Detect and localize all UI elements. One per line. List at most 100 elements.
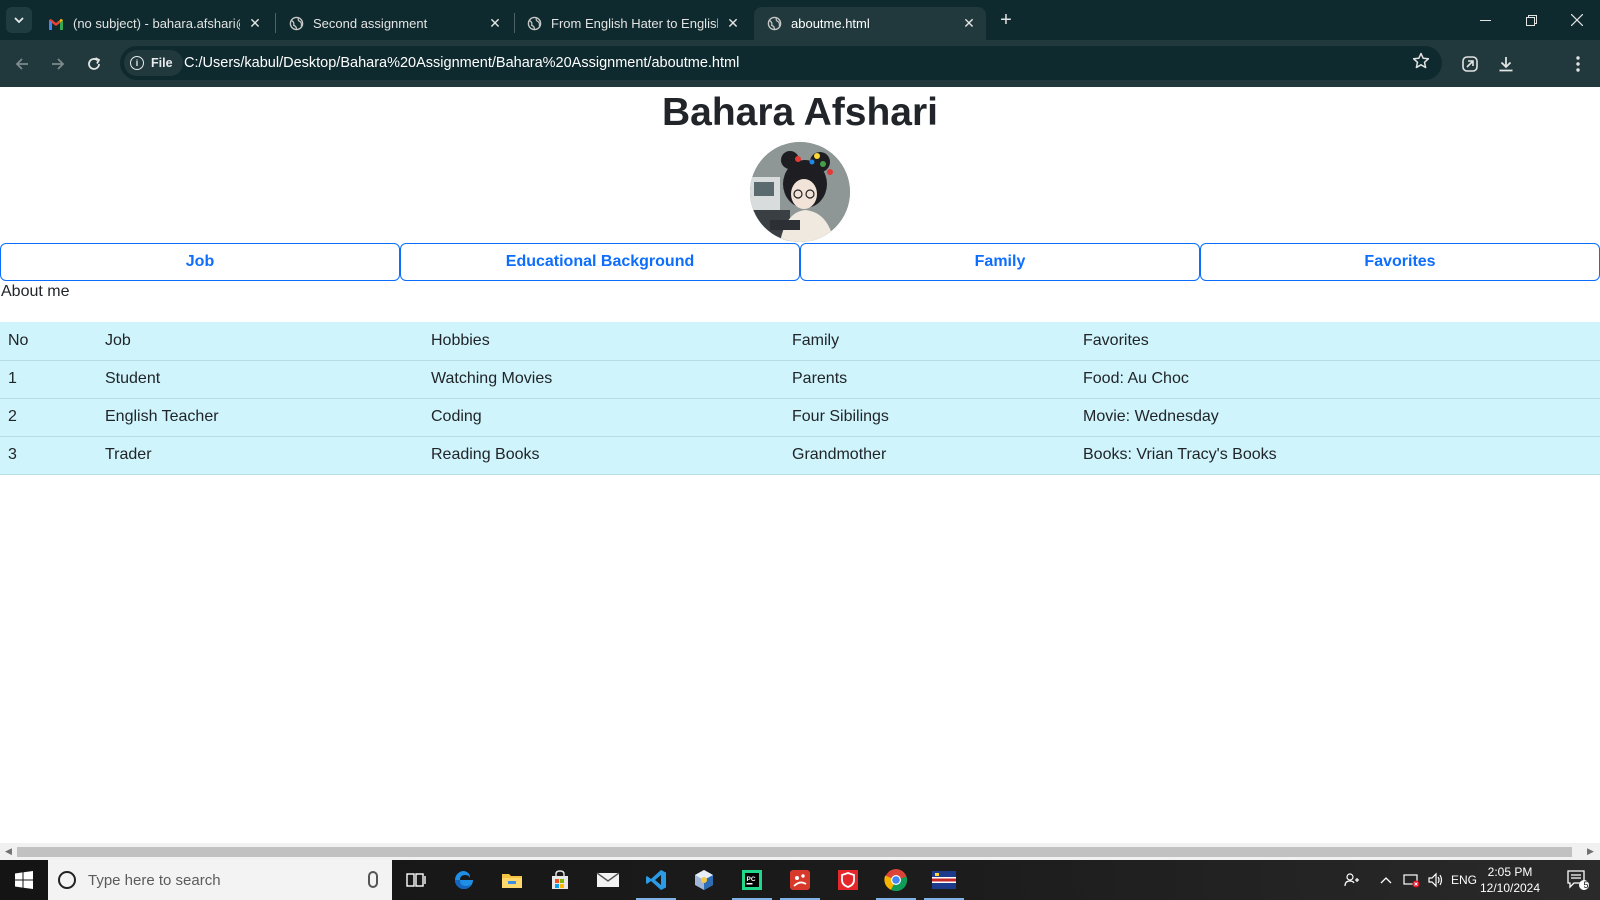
clock-date: 12/10/2024	[1479, 881, 1541, 895]
microsoft-store-icon[interactable]	[536, 860, 584, 900]
notification-count: 5	[1583, 880, 1589, 890]
windows-start-icon[interactable]	[0, 860, 48, 900]
pycharm-icon[interactable]: PC	[728, 860, 776, 900]
tab-search-chevron-icon[interactable]	[6, 7, 32, 33]
url-text[interactable]: C:/Users/kabul/Desktop/Bahara%20Assignme…	[184, 46, 739, 80]
browser-tab-strip: (no subject) - bahara.afshari@a ✕ Second…	[0, 0, 1600, 40]
tab-job[interactable]: Job	[0, 243, 400, 281]
table-cell: 1	[0, 360, 97, 399]
page-title: Bahara Afshari	[662, 91, 938, 134]
vscode-icon[interactable]	[632, 860, 680, 900]
restore-icon[interactable]	[1508, 0, 1554, 40]
address-bar[interactable]: i File C:/Users/kabul/Desktop/Bahara%20A…	[120, 46, 1442, 80]
column-header-family: Family	[784, 322, 1075, 361]
tab-family[interactable]: Family	[800, 243, 1200, 281]
taskbar-search-box[interactable]: Type here to search	[48, 860, 392, 900]
people-icon[interactable]	[1340, 860, 1364, 900]
tab-favorites[interactable]: Favorites	[1200, 243, 1600, 281]
table-cell: 2	[0, 398, 97, 437]
scrollbar-thumb[interactable]	[17, 847, 1572, 857]
site-chip-label: File	[151, 56, 173, 70]
extensions-icon[interactable]	[1458, 52, 1482, 76]
volume-icon[interactable]	[1424, 860, 1448, 900]
network-disconnected-icon[interactable]	[1400, 860, 1424, 900]
globe-icon	[526, 16, 542, 32]
table-cell: Student	[97, 360, 423, 399]
file-explorer-icon[interactable]	[488, 860, 536, 900]
scroll-right-arrow-icon[interactable]: ▶	[1587, 846, 1594, 857]
search-placeholder: Type here to search	[88, 871, 221, 889]
table-cell: Four Sibilings	[784, 398, 1075, 437]
globe-icon	[766, 16, 782, 32]
tab-title: From English Hater to English L	[551, 16, 718, 31]
flag-app-icon[interactable]	[920, 860, 968, 900]
close-tab-icon[interactable]: ✕	[724, 15, 742, 33]
horizontal-scrollbar[interactable]: ◀ ▶	[0, 843, 1600, 860]
table-cell: 3	[0, 436, 97, 475]
about-me-table: No Job Hobbies Family Favorites 1 Studen…	[0, 322, 1600, 475]
forward-arrow-icon[interactable]	[46, 52, 70, 76]
reload-icon[interactable]	[82, 52, 106, 76]
cortana-circle-icon	[58, 871, 76, 889]
mail-icon[interactable]	[584, 860, 632, 900]
about-me-label: About me	[1, 283, 70, 300]
bookmark-star-icon[interactable]	[1412, 52, 1430, 75]
column-header-no: No	[0, 322, 97, 361]
browser-tab-second-assignment[interactable]: Second assignment ✕	[276, 7, 512, 40]
table-row: 3 Trader Reading Books Grandmother Books…	[0, 436, 1600, 475]
table-cell: Movie: Wednesday	[1075, 398, 1600, 437]
table-cell: Coding	[423, 398, 784, 437]
menu-kebab-icon[interactable]	[1566, 52, 1590, 76]
info-icon: i	[130, 56, 144, 70]
tab-title: aboutme.html	[791, 16, 870, 31]
table-row: 1 Student Watching Movies Parents Food: …	[0, 360, 1600, 399]
close-window-icon[interactable]	[1554, 0, 1600, 40]
browser-tab-english-hater[interactable]: From English Hater to English L ✕	[514, 7, 750, 40]
table-cell: Parents	[784, 360, 1075, 399]
table-cell: English Teacher	[97, 398, 423, 437]
section-nav: Job Educational Background Family Favori…	[0, 243, 1600, 281]
tab-educational-background[interactable]: Educational Background	[400, 243, 800, 281]
chrome-icon[interactable]	[872, 860, 920, 900]
table-cell: Reading Books	[423, 436, 784, 475]
tab-title: (no subject) - bahara.afshari@a	[73, 16, 240, 31]
tray-chevron-up-icon[interactable]	[1376, 860, 1396, 900]
table-cell: Trader	[97, 436, 423, 475]
windows-taskbar: Type here to search PC ENG 2:05 PM 12/10…	[0, 860, 1600, 900]
close-tab-icon[interactable]: ✕	[246, 15, 264, 33]
table-cell: Watching Movies	[423, 360, 784, 399]
browser-toolbar: i File C:/Users/kabul/Desktop/Bahara%20A…	[0, 40, 1600, 115]
edge-browser-icon[interactable]	[440, 860, 488, 900]
svg-text:PC: PC	[747, 876, 756, 883]
taskbar-clock[interactable]: 2:05 PM 12/10/2024	[1468, 864, 1552, 896]
browser-tab-gmail[interactable]: (no subject) - bahara.afshari@a ✕	[36, 7, 272, 40]
column-header-hobbies: Hobbies	[423, 322, 784, 361]
web-page: Bahara Afshari Job Educational Backgroun…	[0, 87, 1600, 843]
table-row: 2 English Teacher Coding Four Sibilings …	[0, 398, 1600, 437]
virtualbox-icon[interactable]	[680, 860, 728, 900]
antivirus-shield-icon[interactable]	[824, 860, 872, 900]
browser-tab-aboutme[interactable]: aboutme.html ✕	[754, 7, 986, 40]
table-cell: Food: Au Choc	[1075, 360, 1600, 399]
clock-time: 2:05 PM	[1487, 865, 1533, 879]
notification-center-icon[interactable]: 5	[1556, 860, 1600, 900]
paint-app-icon[interactable]	[776, 860, 824, 900]
minimize-icon[interactable]	[1462, 0, 1508, 40]
microphone-icon[interactable]	[368, 871, 378, 888]
table-cell: Books: Vrian Tracy's Books	[1075, 436, 1600, 475]
column-header-job: Job	[97, 322, 423, 361]
new-tab-plus-icon[interactable]: +	[994, 8, 1018, 32]
column-header-favorites: Favorites	[1075, 322, 1600, 361]
table-cell: Grandmother	[784, 436, 1075, 475]
table-header-row: No Job Hobbies Family Favorites	[0, 322, 1600, 361]
profile-photo	[750, 142, 850, 242]
scroll-left-arrow-icon[interactable]: ◀	[5, 846, 12, 857]
gmail-icon	[48, 16, 64, 32]
task-view-icon[interactable]	[392, 860, 440, 900]
globe-icon	[288, 16, 304, 32]
close-tab-icon[interactable]: ✕	[960, 15, 978, 33]
download-icon[interactable]	[1494, 52, 1518, 76]
site-info-chip[interactable]: i File	[124, 50, 183, 76]
back-arrow-icon[interactable]	[10, 52, 34, 76]
close-tab-icon[interactable]: ✕	[486, 15, 504, 33]
